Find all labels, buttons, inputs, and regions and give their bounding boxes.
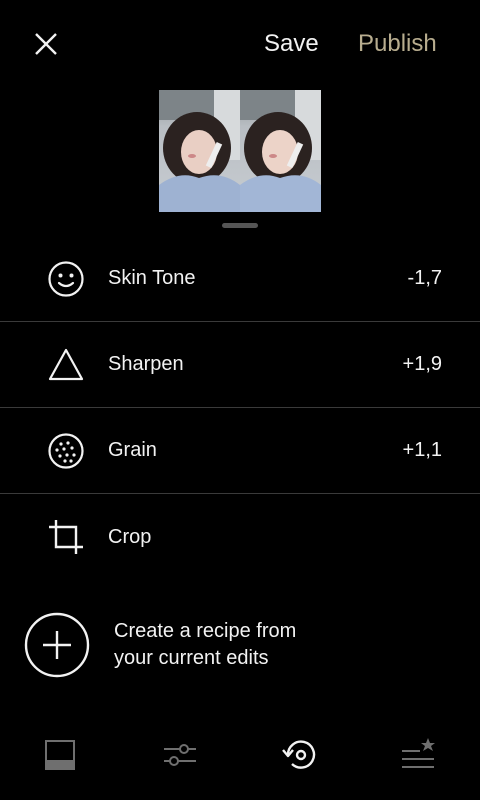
close-button[interactable] [30,28,62,60]
nav-adjust[interactable] [160,735,200,775]
crop-icon [46,517,86,557]
photo-preview[interactable] [159,90,321,212]
tool-label-crop: Crop [108,525,152,548]
create-recipe-button[interactable]: Create a recipe from your current edits [24,600,444,690]
plus-circle-icon [24,612,90,678]
close-icon [35,33,57,55]
nav-recipes[interactable] [398,735,438,775]
tool-value-sharpen: +1,9 [402,353,442,375]
create-recipe-label: Create a recipe from your current edits [114,620,297,669]
save-button[interactable]: Save [264,30,319,58]
tool-row-skin-tone[interactable]: Skin Tone -1,7 [0,236,480,322]
presets-icon [45,740,75,770]
adjust-sliders-icon [164,744,196,766]
top-bar: Save Publish [0,0,480,90]
grain-icon [46,431,86,471]
drag-handle[interactable] [222,223,258,228]
tool-label-skin-tone: Skin Tone [108,267,196,289]
face-icon [46,259,86,299]
tool-row-crop[interactable]: Crop [0,494,480,580]
publish-button[interactable]: Publish [358,30,437,58]
tool-row-grain[interactable]: Grain +1,1 [0,408,480,494]
photo-preview-after [240,90,321,212]
tool-row-sharpen[interactable]: Sharpen +1,9 [0,322,480,408]
history-icon [282,740,316,769]
triangle-icon [46,345,86,385]
tool-label-sharpen: Sharpen [108,353,184,375]
recipes-icon [402,738,435,768]
nav-history[interactable] [280,735,320,775]
bottom-nav [0,715,480,795]
tool-label-grain: Grain [108,439,157,461]
nav-presets[interactable] [40,735,80,775]
photo-preview-before [159,90,240,212]
tool-value-grain: +1,1 [402,439,442,461]
tool-value-skin-tone: -1,7 [407,267,442,289]
